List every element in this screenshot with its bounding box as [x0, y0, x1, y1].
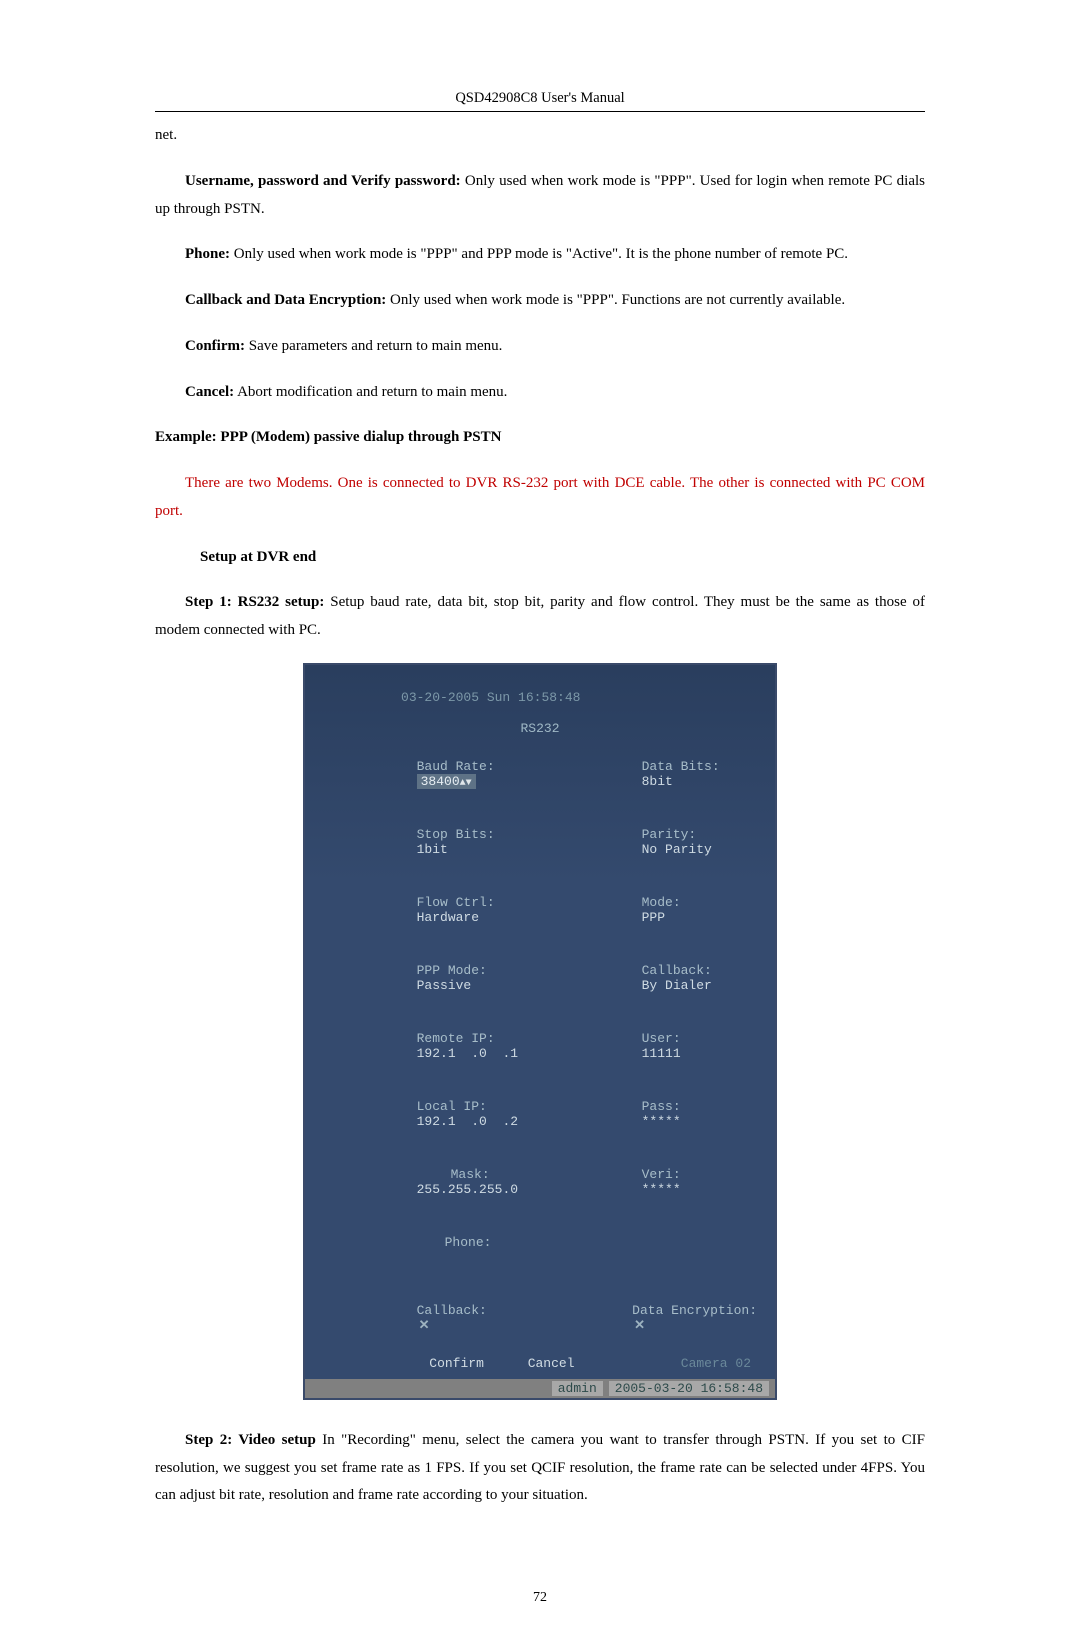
- text-confirm: Save parameters and return to main menu.: [245, 338, 502, 354]
- close-x-icon[interactable]: ✕: [419, 1318, 430, 1333]
- callback-mode-label: Callback:: [642, 963, 712, 978]
- remote-ip-value[interactable]: 192.1 .0 .1: [417, 1046, 518, 1061]
- page-header-title: QSD42908C8 User's Manual: [155, 90, 925, 107]
- net-continuation: net.: [155, 122, 925, 150]
- text-callback-encryption: Only used when work mode is "PPP". Funct…: [386, 292, 845, 308]
- setup-heading: Setup at DVR end: [155, 544, 925, 572]
- baud-rate-select[interactable]: 38400▲▼: [417, 774, 476, 789]
- para-confirm: Confirm: Save parameters and return to m…: [155, 333, 925, 361]
- phone-field-label: Phone:: [445, 1235, 492, 1250]
- header-divider: [155, 111, 925, 112]
- text-phone: Only used when work mode is "PPP" and PP…: [230, 246, 848, 262]
- label-username-password: Username, password and Verify password:: [185, 173, 461, 189]
- data-bits-label: Data Bits:: [642, 759, 720, 774]
- flow-ctrl-label: Flow Ctrl:: [417, 895, 495, 910]
- para-step1: Step 1: RS232 setup: Setup baud rate, da…: [155, 589, 925, 645]
- status-datetime: 2005-03-20 16:58:48: [609, 1381, 769, 1396]
- rs232-title: RS232: [520, 721, 559, 736]
- callback-mode-value[interactable]: By Dialer: [642, 978, 712, 993]
- stop-bits-label: Stop Bits:: [417, 827, 495, 842]
- mode-value[interactable]: PPP: [642, 910, 665, 925]
- data-bits-value[interactable]: 8bit: [642, 774, 673, 789]
- label-cancel: Cancel:: [185, 384, 234, 400]
- rs232-dialog: 03-20-2005 Sun 16:58:48 RS232 Baud Rate:…: [303, 663, 777, 1400]
- baud-rate-label: Baud Rate:: [417, 759, 495, 774]
- callback-checkbox-label: Callback:: [417, 1303, 487, 1318]
- label-phone: Phone:: [185, 246, 230, 262]
- stop-bits-value[interactable]: 1bit: [417, 842, 448, 857]
- ppp-mode-value[interactable]: Passive: [417, 978, 472, 993]
- close-x-icon[interactable]: ✕: [634, 1318, 645, 1333]
- local-ip-label: Local IP:: [417, 1099, 487, 1114]
- ppp-mode-label: PPP Mode:: [417, 963, 487, 978]
- parity-value[interactable]: No Parity: [642, 842, 712, 857]
- flow-ctrl-value[interactable]: Hardware: [417, 910, 479, 925]
- remote-ip-label: Remote IP:: [417, 1031, 495, 1046]
- veri-value[interactable]: *****: [642, 1182, 681, 1197]
- confirm-button[interactable]: Confirm: [429, 1356, 484, 1371]
- pass-value[interactable]: *****: [642, 1114, 681, 1129]
- label-step1: Step 1: RS232 setup:: [185, 594, 324, 610]
- rs232-screenshot: 03-20-2005 Sun 16:58:48 RS232 Baud Rate:…: [155, 663, 925, 1401]
- camera-label: Camera 02: [681, 1356, 751, 1371]
- cancel-button[interactable]: Cancel: [528, 1356, 575, 1371]
- para-username-password: Username, password and Verify password: …: [155, 168, 925, 224]
- user-label: User:: [642, 1031, 681, 1046]
- rs232-date-text: 03-20-2005 Sun 16:58:48: [401, 690, 580, 705]
- label-callback-encryption: Callback and Data Encryption:: [185, 292, 386, 308]
- mask-label: Mask:: [451, 1167, 490, 1182]
- mask-value[interactable]: 255.255.255.0: [417, 1182, 518, 1197]
- local-ip-value[interactable]: 192.1 .0 .2: [417, 1114, 518, 1129]
- red-note: There are two Modems. One is connected t…: [155, 470, 925, 526]
- status-user: admin: [552, 1381, 603, 1396]
- label-confirm: Confirm:: [185, 338, 245, 354]
- data-encryption-label: Data Encryption:: [632, 1303, 757, 1318]
- label-step2: Step 2: Video setup: [185, 1432, 316, 1448]
- example-heading: Example: PPP (Modem) passive dialup thro…: [155, 424, 925, 452]
- mode-label: Mode:: [642, 895, 681, 910]
- parity-label: Parity:: [642, 827, 697, 842]
- page-number: 72: [155, 1590, 925, 1606]
- dropdown-arrow-icon: ▲▼: [460, 778, 472, 789]
- para-callback-encryption: Callback and Data Encryption: Only used …: [155, 287, 925, 315]
- pass-label: Pass:: [642, 1099, 681, 1114]
- para-step2: Step 2: Video setup In "Recording" menu,…: [155, 1427, 925, 1510]
- para-cancel: Cancel: Abort modification and return to…: [155, 379, 925, 407]
- para-phone: Phone: Only used when work mode is "PPP"…: [155, 241, 925, 269]
- user-value[interactable]: 11111: [642, 1046, 681, 1061]
- status-bar: admin 2005-03-20 16:58:48: [305, 1379, 775, 1398]
- text-cancel: Abort modification and return to main me…: [234, 384, 507, 400]
- veri-label: Veri:: [642, 1167, 681, 1182]
